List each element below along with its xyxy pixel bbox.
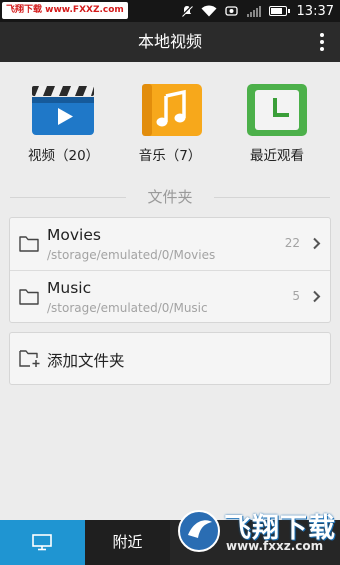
- status-bar: 飞翔下载 www.FXXZ.com 13:37: [0, 0, 340, 22]
- music-note-icon: [142, 84, 202, 136]
- battery-icon: [268, 6, 290, 16]
- wifi-icon: [201, 5, 217, 17]
- divider-right: [214, 197, 330, 198]
- tab-nearby[interactable]: 附近: [85, 520, 170, 565]
- folder-count: 22: [284, 236, 300, 250]
- folder-name: Movies: [47, 226, 101, 244]
- shortcut-videos[interactable]: 视频（20）: [28, 84, 100, 164]
- folder-count: 5: [292, 289, 300, 303]
- shortcut-recent-label: 最近观看: [250, 148, 304, 164]
- add-folder-card: 添加文件夹: [9, 332, 331, 385]
- battery-saver-icon: [224, 6, 238, 16]
- add-folder-icon: [19, 350, 40, 367]
- add-folder-label: 添加文件夹: [47, 352, 125, 370]
- folder-icon: [19, 236, 39, 252]
- chevron-right-icon: [313, 237, 321, 250]
- folder-row-movies[interactable]: Movies /storage/emulated/0/Movies 22: [10, 218, 330, 270]
- signal-icon: [246, 5, 261, 17]
- shortcut-music[interactable]: 音乐（7）: [135, 84, 205, 164]
- page-title: 本地视频: [137, 32, 202, 51]
- status-time: 13:37: [296, 3, 334, 19]
- add-folder-button[interactable]: 添加文件夹: [10, 333, 330, 385]
- folder-name: Music: [47, 279, 92, 297]
- more-vertical-icon[interactable]: [312, 31, 332, 53]
- monitor-icon: [32, 534, 52, 551]
- watermark-logo: 飞翔下载 www.fxxz.com: [176, 504, 336, 562]
- app-bar: 本地视频: [0, 22, 340, 62]
- chevron-right-icon: [313, 290, 321, 303]
- watermark-tag: 飞翔下载 www.FXXZ.com: [2, 2, 128, 19]
- status-icons: 13:37: [180, 0, 334, 22]
- notification-off-icon: [180, 5, 193, 17]
- shortcut-videos-label: 视频（20）: [28, 148, 100, 164]
- battery-level: [270, 8, 283, 14]
- shortcut-music-label: 音乐（7）: [138, 148, 202, 164]
- folders-section-header: 文件夹: [10, 186, 330, 208]
- folder-icon: [19, 289, 39, 305]
- tab-local[interactable]: [0, 520, 85, 565]
- shortcut-recent[interactable]: 最近观看: [242, 84, 312, 164]
- folder-list: Movies /storage/emulated/0/Movies 22 Mus…: [9, 217, 331, 323]
- clock-icon: [247, 84, 307, 136]
- folder-path: /storage/emulated/0/Movies: [47, 248, 216, 262]
- folder-path: /storage/emulated/0/Music: [47, 301, 208, 315]
- watermark-url: www.fxxz.com: [226, 539, 324, 553]
- video-clapperboard-icon: [32, 86, 94, 135]
- folder-row-music[interactable]: Music /storage/emulated/0/Music 5: [10, 270, 330, 322]
- watermark-emblem-icon: [178, 510, 220, 552]
